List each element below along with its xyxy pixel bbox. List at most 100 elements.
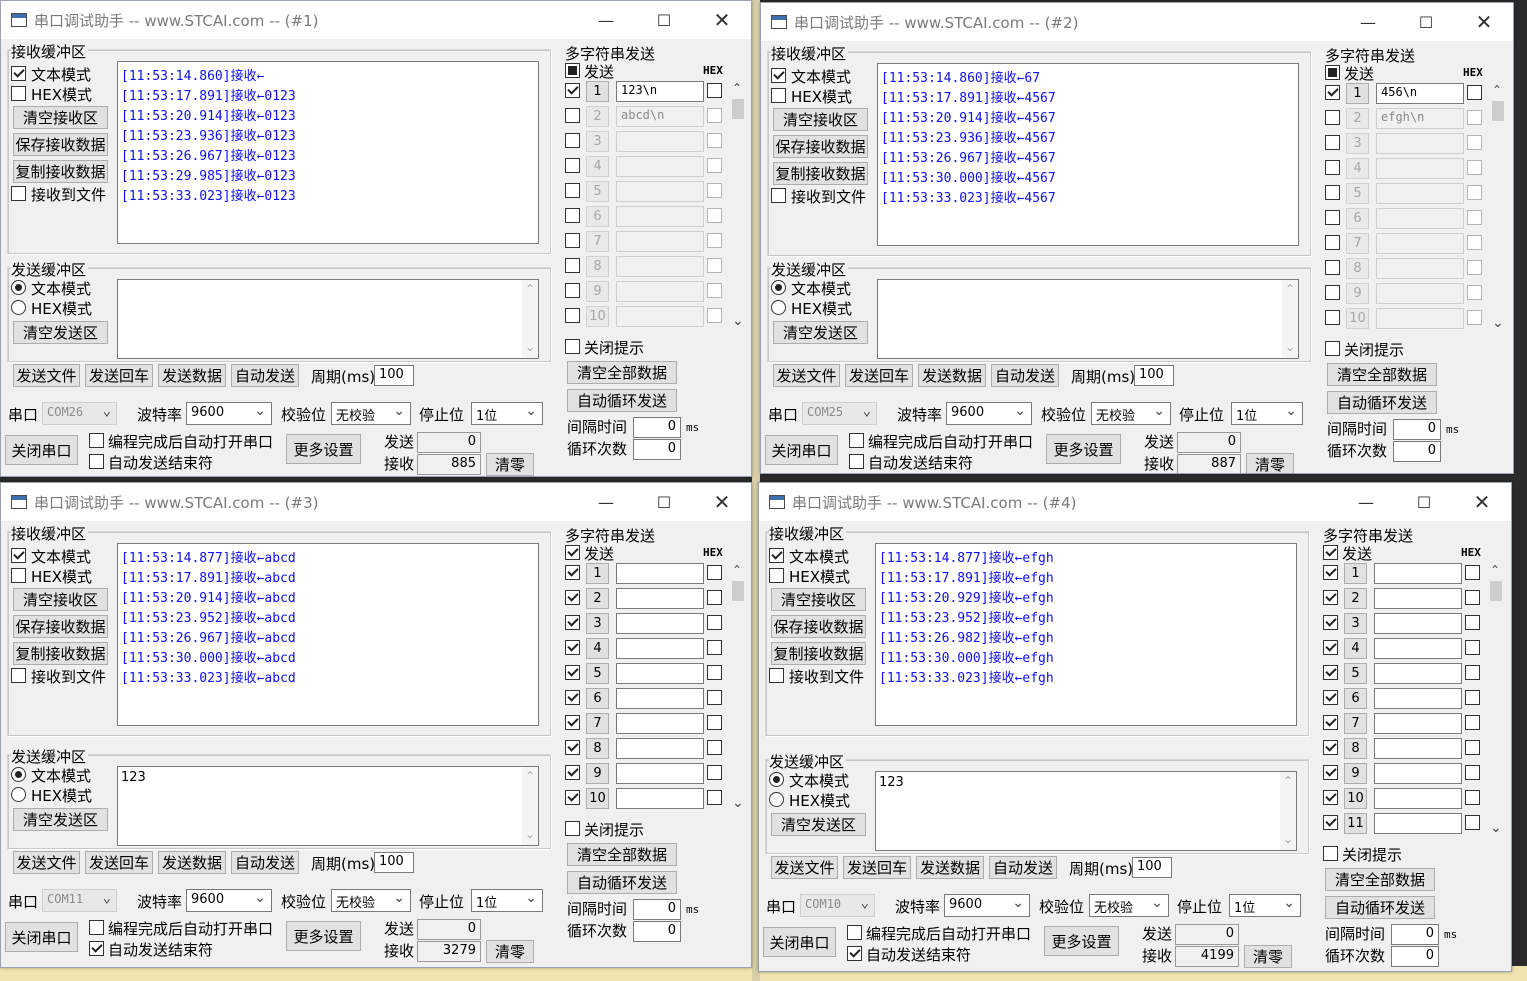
row-number-button[interactable]: 9 <box>1346 283 1369 304</box>
hex-mode-radio[interactable] <box>11 300 26 315</box>
save-receive-button[interactable]: 保存接收数据 <box>773 135 868 158</box>
scroll-up-icon[interactable]: ⌃ <box>1490 563 1500 577</box>
row-string-input[interactable] <box>616 613 704 634</box>
auto-send-end-checkbox[interactable] <box>849 454 864 469</box>
close-port-button[interactable]: 关闭串口 <box>5 922 78 952</box>
row-string-input[interactable] <box>616 156 704 177</box>
row-number-button[interactable]: 3 <box>1346 133 1369 154</box>
text-mode-radio[interactable] <box>11 767 26 782</box>
row-number-button[interactable]: 6 <box>1344 688 1367 709</box>
row-number-button[interactable]: 8 <box>1344 738 1367 759</box>
row-number-button[interactable]: 2 <box>586 106 609 127</box>
row-hex-checkbox[interactable] <box>1465 640 1480 655</box>
auto-loop-button[interactable]: 自动循环发送 <box>567 389 677 412</box>
row-string-input[interactable] <box>616 588 704 609</box>
row-string-input[interactable] <box>1376 308 1464 329</box>
send-scrollbar[interactable] <box>522 767 538 845</box>
row-hex-checkbox[interactable] <box>1465 615 1480 630</box>
row-hex-checkbox[interactable] <box>1467 310 1482 325</box>
send-file-button[interactable]: 发送文件 <box>13 364 80 387</box>
send-all-checkbox[interactable] <box>565 545 580 560</box>
row-number-button[interactable]: 1 <box>586 81 609 102</box>
clear-send-button[interactable]: 清空发送区 <box>773 321 868 344</box>
auto-open-checkbox[interactable] <box>89 433 104 448</box>
row-number-button[interactable]: 6 <box>586 206 609 227</box>
clear-counts-button[interactable]: 清零 <box>486 940 534 963</box>
row-string-input[interactable] <box>1376 208 1464 229</box>
scroll-down-icon[interactable]: ⌄ <box>732 313 744 329</box>
close-port-button[interactable]: 关闭串口 <box>765 435 838 465</box>
send-enter-button[interactable]: 发送回车 <box>845 364 913 387</box>
stop-bits-select[interactable]: 1位 ⌄ <box>471 402 543 425</box>
more-settings-button[interactable]: 更多设置 <box>286 434 361 464</box>
row-hex-checkbox[interactable] <box>1465 815 1480 830</box>
save-receive-button[interactable]: 保存接收数据 <box>13 133 108 156</box>
row-string-input[interactable] <box>1376 133 1464 154</box>
row-send-checkbox[interactable] <box>565 158 580 173</box>
port-select[interactable]: COM10 ⌄ <box>800 894 875 917</box>
row-hex-checkbox[interactable] <box>707 590 722 605</box>
row-send-checkbox[interactable] <box>1323 765 1338 780</box>
maximize-icon[interactable]: ☐ <box>635 483 693 521</box>
row-send-checkbox[interactable] <box>565 233 580 248</box>
row-send-checkbox[interactable] <box>1325 85 1340 100</box>
row-hex-checkbox[interactable] <box>1465 790 1480 805</box>
port-select[interactable]: COM11 ⌄ <box>42 889 117 912</box>
row-number-button[interactable]: 3 <box>586 131 609 152</box>
row-send-checkbox[interactable] <box>565 790 580 805</box>
send-textarea[interactable] <box>877 279 1299 359</box>
row-send-checkbox[interactable] <box>565 208 580 223</box>
close-icon[interactable]: ✕ <box>1453 483 1511 521</box>
row-hex-checkbox[interactable] <box>707 108 722 123</box>
receive-textarea[interactable]: [11:53:14.860]接收← [11:53:17.891]接收←0123 [1… <box>117 61 539 244</box>
row-send-checkbox[interactable] <box>565 183 580 198</box>
row-send-checkbox[interactable] <box>565 258 580 273</box>
close-icon[interactable]: ✕ <box>693 483 751 521</box>
row-send-checkbox[interactable] <box>565 83 580 98</box>
row-number-button[interactable]: 4 <box>586 638 609 659</box>
title-bar[interactable]: 串口调试助手 -- www.STCAI.com -- (#4) — ☐ ✕ <box>759 483 1511 521</box>
row-number-button[interactable]: 4 <box>586 156 609 177</box>
text-mode-radio[interactable] <box>771 280 786 295</box>
scroll-up-icon[interactable]: ⌃ <box>732 563 742 577</box>
row-hex-checkbox[interactable] <box>707 790 722 805</box>
title-bar[interactable]: 串口调试助手 -- www.STCAI.com -- (#1) — ☐ ✕ <box>1 1 751 39</box>
copy-receive-button[interactable]: 复制接收数据 <box>13 160 108 183</box>
close-port-button[interactable]: 关闭串口 <box>763 927 836 957</box>
row-string-input[interactable] <box>616 206 704 227</box>
row-number-button[interactable]: 1 <box>1344 563 1367 584</box>
row-hex-checkbox[interactable] <box>1465 590 1480 605</box>
clear-all-button[interactable]: 清空全部数据 <box>567 843 677 866</box>
close-port-button[interactable]: 关闭串口 <box>5 435 78 465</box>
text-mode-radio[interactable] <box>769 772 784 787</box>
minimize-icon[interactable]: — <box>1339 3 1397 41</box>
period-input[interactable]: 100 <box>1134 365 1174 386</box>
parity-select[interactable]: 无校验 ⌄ <box>1091 402 1171 425</box>
row-hex-checkbox[interactable] <box>707 715 722 730</box>
row-number-button[interactable]: 9 <box>586 763 609 784</box>
row-string-input[interactable] <box>616 788 704 809</box>
row-send-checkbox[interactable] <box>1323 590 1338 605</box>
loop-count-input[interactable]: 0 <box>1393 441 1441 462</box>
row-string-input[interactable]: 456\n <box>1376 83 1464 104</box>
row-send-checkbox[interactable] <box>565 308 580 323</box>
receive-textarea[interactable]: [11:53:14.877]接收←abcd [11:53:17.891]接收←ab… <box>117 543 539 726</box>
interval-input[interactable]: 0 <box>633 417 681 438</box>
row-number-button[interactable]: 1 <box>586 563 609 584</box>
row-number-button[interactable]: 6 <box>1346 208 1369 229</box>
row-string-input[interactable] <box>616 738 704 759</box>
row-string-input[interactable] <box>1374 763 1462 784</box>
row-string-input[interactable] <box>616 688 704 709</box>
row-hex-checkbox[interactable] <box>707 640 722 655</box>
interval-input[interactable]: 0 <box>1391 924 1439 945</box>
row-string-input[interactable] <box>1374 813 1462 834</box>
row-number-button[interactable]: 5 <box>586 181 609 202</box>
row-string-input[interactable]: efgh\n <box>1376 108 1464 129</box>
close-prompt-checkbox[interactable] <box>565 821 580 836</box>
period-input[interactable]: 100 <box>1132 857 1172 878</box>
clear-counts-button[interactable]: 清零 <box>486 453 534 476</box>
row-hex-checkbox[interactable] <box>707 208 722 223</box>
row-hex-checkbox[interactable] <box>1467 210 1482 225</box>
row-hex-checkbox[interactable] <box>1467 260 1482 275</box>
row-hex-checkbox[interactable] <box>1467 285 1482 300</box>
